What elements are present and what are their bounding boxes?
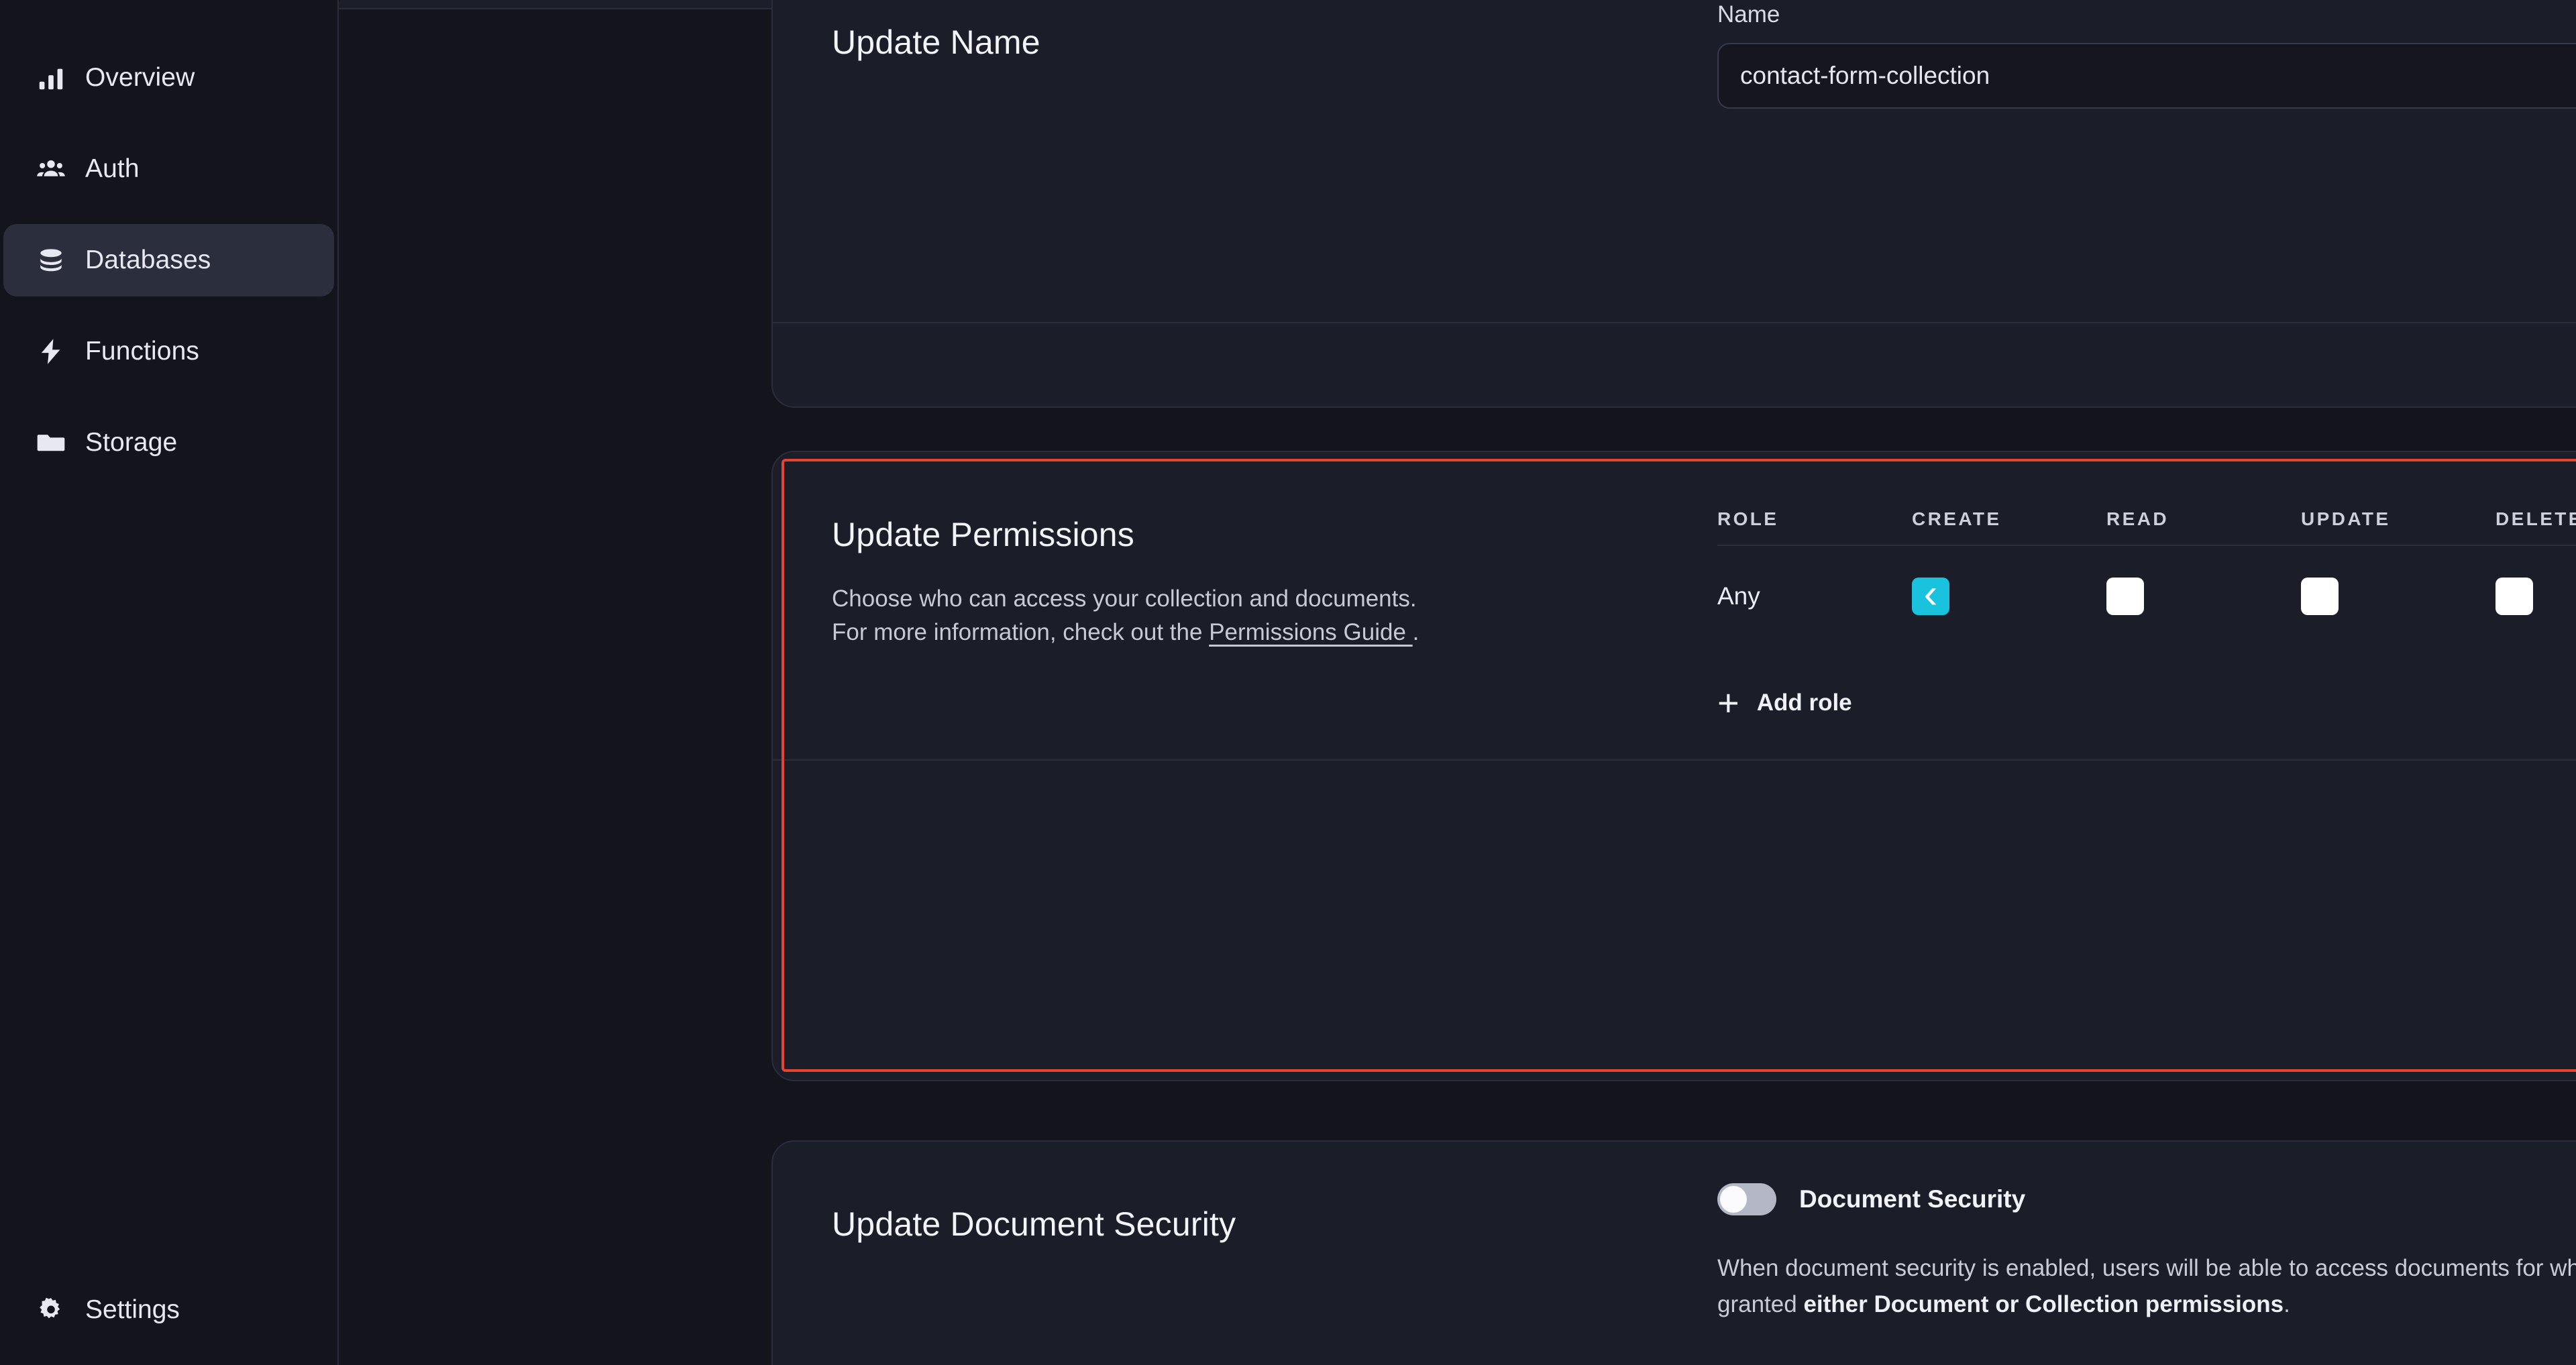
- column-header-update: UPDATE: [2301, 508, 2391, 529]
- name-input[interactable]: [1717, 43, 2576, 109]
- sidebar-item-functions[interactable]: Functions: [3, 315, 334, 388]
- permissions-table-header: ROLE CREATE READ UPDATE DELETE: [1717, 494, 2576, 545]
- permissions-desc-line1: Choose who can access your collection an…: [832, 586, 1417, 612]
- update-document-security-left: Update Document Security: [832, 1177, 1717, 1323]
- column-header-role: ROLE: [1717, 508, 1779, 529]
- name-field-label: Name: [1717, 1, 1780, 28]
- table-row: Any ‹: [1717, 545, 2576, 647]
- sidebar-item-label: Functions: [85, 337, 199, 366]
- document-security-toggle-label: Document Security: [1799, 1185, 2026, 1213]
- permissions-guide-link[interactable]: Permissions Guide: [1209, 619, 1412, 645]
- add-role-button[interactable]: + Add role: [1717, 681, 1852, 724]
- document-security-toggle[interactable]: [1717, 1183, 1776, 1215]
- permissions-table: ROLE CREATE READ UPDATE DELETE Any ‹ + A…: [1717, 494, 2576, 759]
- update-name-title: Update Name: [832, 23, 1040, 61]
- column-header-create: CREATE: [1912, 508, 2002, 529]
- update-name-left: Update Name: [832, 0, 1717, 109]
- update-document-security-card: Update Document Security Document Securi…: [771, 1140, 2576, 1365]
- update-permissions-card: Update Permissions Choose who can access…: [771, 451, 2576, 1081]
- sidebar-item-label: Auth: [85, 154, 140, 183]
- sidebar-item-label: Storage: [85, 428, 178, 457]
- update-name-card: Update Name Name Update: [771, 0, 2576, 408]
- update-permissions-left: Update Permissions Choose who can access…: [832, 487, 1717, 759]
- sidebar-item-label: Settings: [85, 1295, 180, 1324]
- checkbox-read[interactable]: [2106, 578, 2144, 615]
- update-name-right: Name: [1717, 0, 2576, 109]
- plus-icon: +: [1717, 681, 1739, 724]
- database-icon: [36, 245, 66, 276]
- sidebar-item-auth[interactable]: Auth: [3, 133, 334, 205]
- update-permissions-title: Update Permissions: [832, 516, 1135, 553]
- users-icon: [36, 154, 66, 184]
- docsec-desc-suffix: .: [2284, 1291, 2290, 1318]
- update-name-footer: Update: [773, 323, 2576, 423]
- update-permissions-description: Choose who can access your collection an…: [832, 582, 1717, 649]
- sidebar-item-databases[interactable]: Databases: [3, 224, 334, 296]
- column-header-delete: DELETE: [2496, 508, 2576, 529]
- sidebar-item-label: Overview: [85, 63, 195, 92]
- checkbox-create[interactable]: [1912, 578, 1949, 615]
- app-root: Overview Auth Databases Functions Storag…: [0, 0, 2576, 1365]
- gear-icon: [36, 1295, 66, 1325]
- update-permissions-body: Update Permissions Choose who can access…: [773, 452, 2576, 759]
- permission-cell-read: [2106, 578, 2301, 615]
- update-name-body: Update Name Name: [773, 0, 2576, 109]
- folder-icon: [36, 427, 66, 458]
- sidebar-item-settings[interactable]: Settings: [3, 1276, 180, 1344]
- main-content: Update Name Name Update Update Permissio…: [339, 0, 2576, 1365]
- permission-cell-delete: [2496, 578, 2576, 615]
- update-document-security-right: Document Security When document security…: [1717, 1177, 2576, 1323]
- sidebar: Overview Auth Databases Functions Storag…: [0, 0, 339, 1365]
- sidebar-item-overview[interactable]: Overview: [3, 42, 334, 114]
- document-security-toggle-row: Document Security: [1717, 1183, 2576, 1215]
- permissions-desc-line2-suffix: .: [1412, 618, 1419, 645]
- update-permissions-footer: Update: [773, 761, 2576, 860]
- permissions-desc-line2-prefix: For more information, check out the: [832, 618, 1210, 645]
- docsec-desc-bold: either Document or Collection permission…: [1803, 1291, 2284, 1318]
- role-name: Any: [1717, 582, 1760, 610]
- update-document-security-body: Update Document Security Document Securi…: [773, 1142, 2576, 1323]
- sidebar-item-storage[interactable]: Storage: [3, 406, 334, 479]
- permission-cell-update: [2301, 578, 2496, 615]
- bar-chart-icon: [36, 62, 66, 93]
- lightning-bolt-icon: [36, 336, 66, 367]
- add-role-row: + Add role: [1717, 647, 2576, 759]
- add-role-label: Add role: [1756, 689, 1852, 716]
- toggle-knob: [1720, 1186, 1747, 1213]
- update-document-security-title: Update Document Security: [832, 1205, 1236, 1243]
- update-permissions-right: ROLE CREATE READ UPDATE DELETE Any ‹ + A…: [1717, 487, 2576, 759]
- permission-cell-create: [1912, 578, 2106, 615]
- document-security-description: When document security is enabled, users…: [1717, 1250, 2576, 1323]
- sidebar-nav-list: Overview Auth Databases Functions Storag…: [0, 0, 337, 479]
- checkbox-delete[interactable]: [2496, 578, 2533, 615]
- sidebar-item-label: Databases: [85, 245, 211, 274]
- column-header-read: READ: [2106, 508, 2169, 529]
- checkbox-update[interactable]: [2301, 578, 2339, 615]
